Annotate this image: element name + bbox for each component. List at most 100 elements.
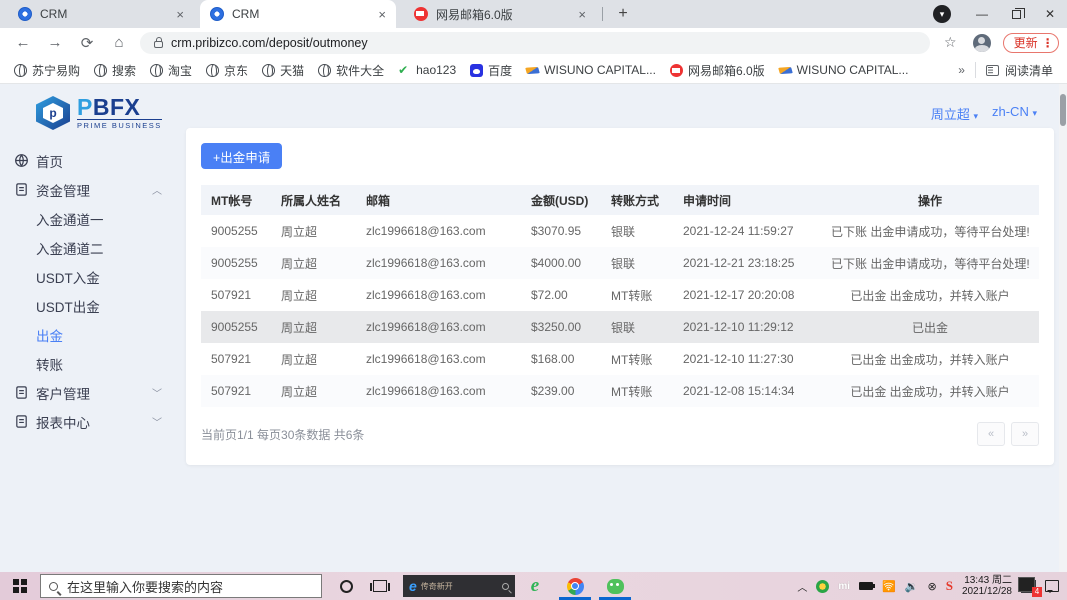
bookmark-item[interactable]: 京东 [206,62,248,79]
sidebar-item-入金通道一[interactable]: 入金通道一 [0,204,186,233]
media-control-icon[interactable]: ▾ [933,5,951,23]
table-cell: 2021-12-17 20:20:08 [683,288,795,302]
restore-button[interactable] [999,0,1033,28]
tab-close-icon[interactable]: × [376,7,388,22]
back-icon[interactable]: ← [14,34,32,51]
tab-close-icon[interactable]: × [576,7,588,22]
taskbar-ie-app[interactable]: e [515,572,555,600]
table-row[interactable]: 9005255 周立超 zlc1996618@163.com $3070.95 银联 20… [201,215,1039,247]
taskbar-wechat-app[interactable] [595,572,635,600]
table-row[interactable]: 507921 周立超 zlc1996618@163.com $239.00 MT转账 20… [201,375,1039,407]
browser-tab-1[interactable]: CRM × [8,0,194,28]
bookmark-star-icon[interactable]: ☆ [944,34,957,51]
table-cell: 2021-12-08 15:14:34 [673,375,821,407]
table-cell: $72.00 [531,288,568,302]
minimize-button[interactable]: — [965,0,999,28]
taskbar-clock[interactable]: 13:43 周二 2021/12/28 [962,575,1012,597]
eye-protect-icon[interactable]: ⊗ [927,580,936,593]
url-text[interactable]: crm.pribizco.com/deposit/outmoney [171,36,368,50]
ie-search-widget[interactable]: e 传奇新开 [403,575,515,597]
sidebar-item-USDT出金[interactable]: USDT出金 [0,291,186,320]
bookmark-item[interactable]: 苏宁易购 [14,62,80,79]
table-cell: 周立超 [281,224,318,239]
reading-list-button[interactable]: 阅读清单 [985,62,1053,79]
start-button[interactable] [0,572,40,600]
taskbar-search-box[interactable]: 在这里输入你要搜索的内容 [40,574,322,598]
bookmark-item[interactable]: WISUNO CAPITAL... [777,63,908,77]
browser-tab-2-active[interactable]: CRM × [200,0,396,28]
tray-expand-icon[interactable]: ︿ [797,579,807,594]
next-page-button[interactable]: » [1011,422,1039,446]
table-row[interactable]: 9005255 周立超 zlc1996618@163.com $4000.00 银联 20… [201,247,1039,279]
sidebar-item-报表中心[interactable]: 报表中心 ﹀ [0,407,186,436]
table-cell: 银联 [611,224,636,239]
withdraw-apply-button[interactable]: +出金申请 [201,143,283,169]
sidebar-item-客户管理[interactable]: 客户管理 ﹀ [0,378,186,407]
user-menu[interactable]: 周立超 ▾ [931,104,978,123]
globe-icon [318,63,332,77]
profile-avatar[interactable] [972,33,991,52]
bookmark-item[interactable]: hao123 [398,63,456,77]
reload-icon[interactable]: ⟳ [78,34,96,52]
wifi-icon[interactable]: 🛜 [882,580,896,593]
window-controls: ▾ — ✕ [933,0,1067,28]
browser-tab-3[interactable]: 网易邮箱6.0版 × [404,0,596,28]
bookmark-item[interactable]: 淘宝 [150,62,192,79]
table-cell: zlc1996618@163.com [356,375,521,407]
ime-indicator[interactable]: 4 [1018,576,1042,597]
sidebar-item-出金[interactable]: 出金 [0,320,186,349]
bookmark-item[interactable]: 搜索 [94,62,136,79]
tab-close-icon[interactable]: × [174,7,186,22]
page-scrollbar[interactable] [1059,84,1067,572]
bookmark-item[interactable]: 软件大全 [318,62,384,79]
bookmark-item[interactable]: 天猫 [262,62,304,79]
scrollbar-thumb[interactable] [1060,94,1066,126]
prev-page-button[interactable]: « [977,422,1005,446]
sidebar-item-转账[interactable]: 转账 [0,349,186,378]
table-cell: $3070.95 [531,224,582,238]
antivirus-tray-icon[interactable] [816,579,830,593]
bookmark-item[interactable]: 百度 [470,62,512,79]
menu-dots-icon[interactable]: ⋮ [1042,36,1054,50]
sidebar-item-label: USDT入金 [36,270,100,286]
bookmarks-right: » 阅读清单 [958,57,1067,83]
battery-icon[interactable] [859,582,876,590]
table-cell: 2021-12-10 11:29:12 [673,311,821,343]
address-bar[interactable]: crm.pribizco.com/deposit/outmoney [140,31,930,54]
sidebar-item-入金通道二[interactable]: 入金通道二 [0,233,186,262]
sidebar-item-USDT入金[interactable]: USDT入金 [0,262,186,291]
table-cell: 已下账 出金申请成功，等待平台处理! [831,224,1030,239]
bookmarks-overflow-icon[interactable]: » [958,63,965,77]
column-header: 操作 [821,185,1039,215]
windows-taskbar: 在这里输入你要搜索的内容 e 传奇新开 e ︿ mi 🛜 🔉 ⊗ S 13:43… [0,572,1067,600]
sogou-input-icon[interactable]: S [946,578,953,594]
close-window-button[interactable]: ✕ [1033,0,1067,28]
cortana-button[interactable] [340,579,353,593]
home-icon[interactable]: ⌂ [110,34,128,51]
mi-tray-icon[interactable]: mi [838,581,850,592]
tab-title: CRM [232,7,260,21]
ie-icon: e [530,575,540,596]
table-cell: zlc1996618@163.com [366,224,486,238]
globe-icon [150,63,164,77]
forward-icon[interactable]: → [46,34,64,51]
chevron-down-icon: ▾ [1032,108,1037,118]
sidebar-item-首页[interactable]: 首页 [0,146,186,175]
taskbar-chrome-app[interactable] [555,572,595,600]
language-menu[interactable]: zh-CN ▾ [992,104,1037,123]
chrome-update-button[interactable]: 更新 ⋮ [1002,32,1059,53]
notification-center-icon[interactable] [1045,580,1059,593]
volume-icon[interactable]: 🔉 [905,580,919,593]
bookmark-item[interactable]: 网易邮箱6.0版 [669,62,765,79]
table-cell: zlc1996618@163.com [366,288,486,302]
new-tab-button[interactable]: + [612,5,634,23]
table-row[interactable]: 507921 周立超 zlc1996618@163.com $168.00 MT转账 20… [201,343,1039,375]
crm-page: p PBFX PRIME BUSINESS 周立超 ▾ zh-CN ▾ 首页 资金… [0,84,1067,572]
bookmark-item[interactable]: WISUNO CAPITAL... [525,63,656,77]
table-row[interactable]: 9005255 周立超 zlc1996618@163.com $3250.00 银联 20… [201,311,1039,343]
task-view-button[interactable] [370,580,390,592]
tab-separator [602,7,603,21]
bookmark-label: WISUNO CAPITAL... [544,63,656,77]
table-row[interactable]: 507921 周立超 zlc1996618@163.com $72.00 MT转账 202… [201,279,1039,311]
sidebar-item-资金管理[interactable]: 资金管理 ︿ [0,175,186,204]
